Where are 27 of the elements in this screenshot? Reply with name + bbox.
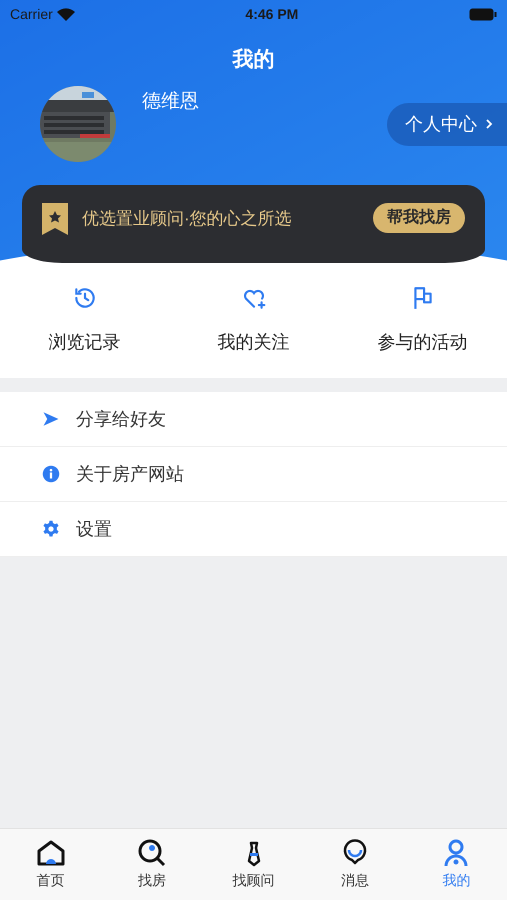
- profile-button[interactable]: 个人中心: [387, 102, 507, 146]
- send-icon: [42, 410, 60, 428]
- page-title: 我的: [232, 47, 274, 73]
- info-icon: [42, 465, 60, 483]
- quick-link[interactable]: 参与的活动: [338, 265, 507, 378]
- find-house-button[interactable]: 帮我找房: [373, 203, 465, 233]
- home-icon: [36, 839, 66, 867]
- carrier-label: Carrier: [10, 4, 53, 24]
- chevron-icon: [485, 118, 493, 130]
- battery-icon: [468, 8, 497, 20]
- status-time: 4:46 PM: [245, 4, 298, 24]
- settings-icon: [42, 520, 60, 538]
- user-name: 德维恩: [142, 90, 199, 114]
- menu-item[interactable]: 分享给好友: [0, 392, 507, 447]
- quick-link[interactable]: 浏览记录: [0, 265, 169, 378]
- tab-item[interactable]: 找顾问: [202, 829, 304, 900]
- bookmark-star-icon: [42, 203, 68, 235]
- banner-text: 优选置业顾问·您的心之所选: [82, 208, 292, 230]
- tab-item[interactable]: 我的: [406, 829, 507, 900]
- wifi-icon: [56, 8, 75, 20]
- menu-item[interactable]: 设置: [0, 502, 507, 557]
- tab-item[interactable]: 消息: [304, 829, 406, 900]
- search-icon: [137, 839, 168, 867]
- tab-item[interactable]: 首页: [0, 829, 102, 900]
- tab-item[interactable]: 找房: [101, 829, 203, 900]
- quick-link[interactable]: 我的关注: [169, 265, 338, 378]
- menu-item[interactable]: 关于房产网站: [0, 447, 507, 502]
